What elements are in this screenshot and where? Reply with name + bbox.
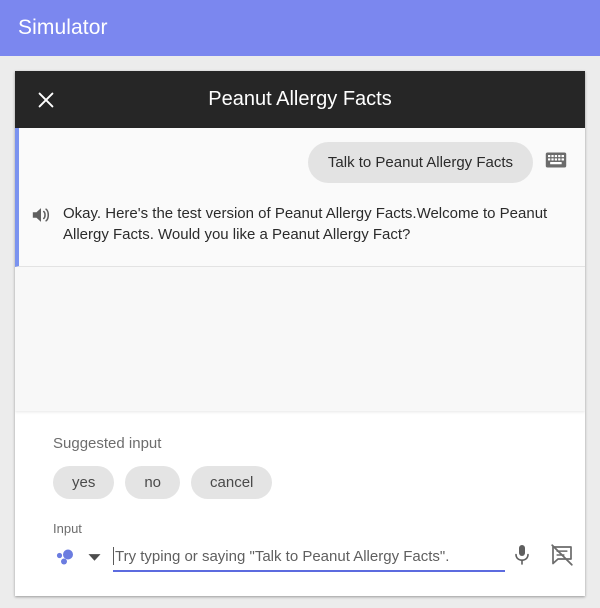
conversation-turn: Talk to Peanut Allergy Facts Okay. Here'… — [15, 128, 585, 267]
suggested-input-chips: yes no cancel — [53, 466, 585, 499]
user-message-row: Talk to Peanut Allergy Facts — [19, 142, 571, 183]
search-input[interactable]: Try typing or saying "Talk to Peanut All… — [113, 542, 505, 572]
microphone-button[interactable] — [505, 543, 539, 572]
simulator-header: Peanut Allergy Facts — [15, 71, 585, 128]
suggested-input-section: Suggested input yes no cancel — [15, 411, 585, 499]
assistant-dots-icon[interactable] — [53, 546, 83, 568]
chevron-down-icon[interactable] — [83, 553, 105, 562]
app-title: Simulator — [18, 16, 108, 39]
agent-message-row: Okay. Here's the test version of Peanut … — [19, 183, 571, 250]
text-caret — [113, 547, 114, 565]
input-row: Try typing or saying "Talk to Peanut All… — [53, 542, 585, 572]
close-button[interactable] — [23, 77, 69, 123]
input-placeholder: Try typing or saying "Talk to Peanut All… — [115, 547, 450, 565]
keyboard-icon — [545, 152, 567, 173]
agent-message-text: Okay. Here's the test version of Peanut … — [63, 205, 548, 244]
captions-toggle-button[interactable] — [545, 543, 579, 572]
input-label: Input — [53, 521, 82, 536]
conversation-area[interactable]: Talk to Peanut Allergy Facts Okay. Here'… — [15, 128, 585, 411]
microphone-icon — [512, 543, 532, 572]
suggestion-chip-no[interactable]: no — [125, 466, 181, 499]
simulator-card: Peanut Allergy Facts Talk to Peanut Alle… — [15, 71, 585, 596]
input-section: Input Try typing or saying "Talk to Pean… — [15, 499, 585, 596]
suggestion-chip-cancel[interactable]: cancel — [191, 466, 273, 499]
app-bar: Simulator — [0, 0, 600, 56]
suggestion-chip-yes[interactable]: yes — [53, 466, 115, 499]
simulator-title: Peanut Allergy Facts — [208, 88, 392, 110]
close-icon — [35, 89, 57, 111]
user-message-bubble: Talk to Peanut Allergy Facts — [307, 142, 533, 183]
speaker-icon[interactable] — [19, 203, 63, 225]
suggested-input-label: Suggested input — [53, 435, 162, 452]
captions-off-icon — [550, 543, 574, 572]
